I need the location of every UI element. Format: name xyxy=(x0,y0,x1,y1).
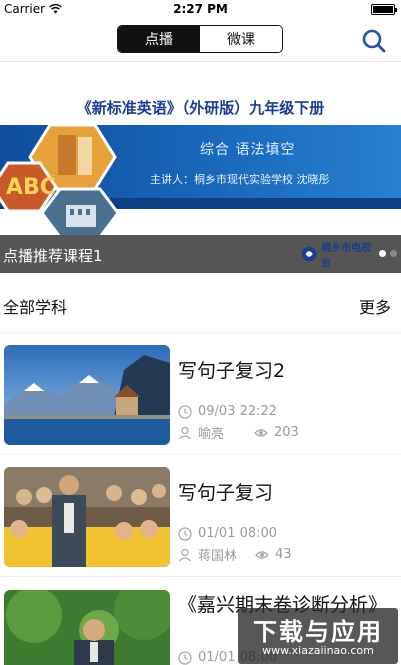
station-logo: 桐乡市电视台 xyxy=(300,243,376,269)
carousel-caption: 点播推荐课程1 xyxy=(3,247,103,265)
course-thumbnail xyxy=(4,590,170,665)
clock-icon xyxy=(178,404,192,419)
banner-abc-text: ABC xyxy=(6,175,56,200)
status-time: 2:27 PM xyxy=(173,2,228,16)
page-dot-active[interactable] xyxy=(379,250,386,257)
course-teacher-row: 蒋国林 43 xyxy=(178,545,292,564)
course-title: 写句子复习2 xyxy=(178,360,286,382)
user-icon xyxy=(179,426,191,439)
watermark: 下载与应用 www.xiazaiinao.com xyxy=(238,608,398,664)
banner-title: 《新标准英语》（外研版）九年级下册 xyxy=(76,99,325,117)
course-time: 09/03 22:22 xyxy=(178,404,277,419)
banner-carousel[interactable]: 《新标准英语》（外研版）九年级下册 ABC 综合 语法填空 主讲人：桐乡市现代实… xyxy=(0,63,401,235)
tab-vod[interactable]: 点播 xyxy=(118,26,200,52)
more-button[interactable]: 更多 xyxy=(359,294,391,318)
user-icon xyxy=(179,548,191,561)
course-time: 01/01 08:00 xyxy=(178,526,277,541)
section-header: 全部学科 更多 xyxy=(0,273,401,333)
course-thumbnail xyxy=(4,345,170,445)
segmented-control: 点播 微课 xyxy=(117,25,283,53)
page-dot[interactable] xyxy=(390,250,397,257)
battery-icon xyxy=(371,4,397,15)
banner-subtitle: 综合 语法填空 xyxy=(200,142,296,158)
eye-icon xyxy=(254,428,268,437)
banner-speaker: 主讲人：桐乡市现代实验学校 沈晓彤 xyxy=(150,173,330,186)
course-views: 203 xyxy=(274,425,299,440)
course-list-item[interactable]: 写句子复习2 09/03 22:22 喻亮 203 xyxy=(0,333,401,455)
watermark-title: 下载与应用 xyxy=(253,618,383,646)
station-logo-text: 桐乡市电视台 xyxy=(321,243,372,269)
watermark-url: www.xiazaiinao.com xyxy=(262,644,374,657)
course-time-text: 01/01 08:00 xyxy=(198,526,278,541)
course-teacher-row: 喻亮 203 xyxy=(178,423,299,442)
station-logo-icon xyxy=(301,246,317,262)
carousel-pagination[interactable] xyxy=(379,250,397,257)
eye-icon xyxy=(255,550,269,559)
course-teacher: 喻亮 xyxy=(198,427,225,442)
carousel-caption-bar: 点播推荐课程1 桐乡市电视台 xyxy=(0,235,401,273)
course-teacher: 蒋国林 xyxy=(198,549,238,564)
course-views: 43 xyxy=(275,547,292,562)
search-icon[interactable] xyxy=(361,28,387,54)
clock-icon xyxy=(178,650,192,665)
section-title: 全部学科 xyxy=(3,298,68,317)
nav-bar: 点播 微课 xyxy=(0,18,401,62)
course-time-text: 09/03 22:22 xyxy=(198,404,278,419)
clock-icon xyxy=(178,526,192,541)
tab-micro-course[interactable]: 微课 xyxy=(200,26,282,52)
course-title: 写句子复习 xyxy=(178,482,274,504)
course-list-item[interactable]: 写句子复习 01/01 08:00 蒋国林 43 xyxy=(0,455,401,577)
status-bar: Carrier 2:27 PM xyxy=(0,0,401,18)
course-thumbnail xyxy=(4,467,170,567)
